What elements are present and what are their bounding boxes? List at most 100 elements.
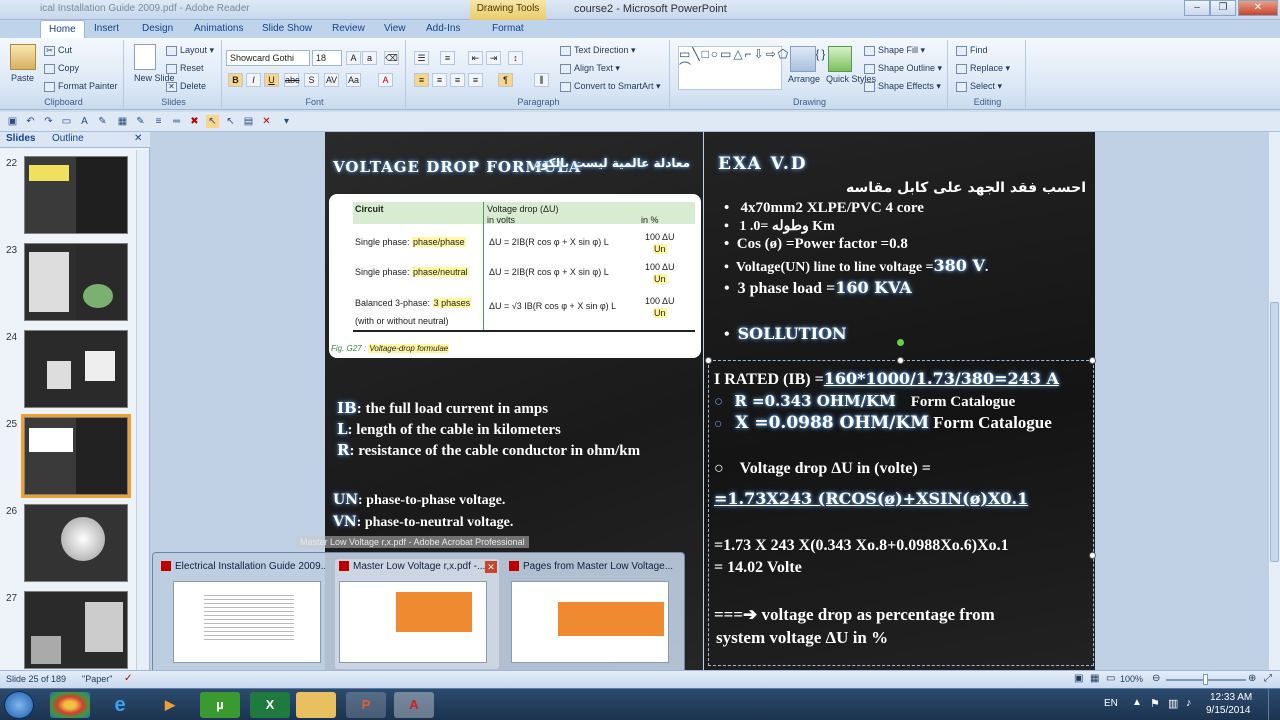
numbering-icon[interactable]: ≡ [440, 51, 455, 65]
font-size-select[interactable]: 18 [312, 50, 342, 66]
tab-animations[interactable]: Animations [186, 20, 251, 38]
tab-view[interactable]: View [376, 20, 414, 38]
increase-indent-icon[interactable]: ⇥ [486, 51, 501, 65]
maximize-button[interactable]: ❐ [1210, 0, 1236, 16]
find-button[interactable]: Find [956, 45, 988, 56]
font-color-icon[interactable]: A [378, 73, 393, 87]
shadow-icon[interactable]: S [304, 73, 319, 87]
decrease-indent-icon[interactable]: ⇤ [468, 51, 483, 65]
redo-icon[interactable]: ↷ [42, 115, 55, 128]
paste-icon[interactable] [10, 44, 36, 70]
explorer-folder-icon[interactable] [296, 692, 336, 718]
tab-format[interactable]: Format [484, 20, 532, 38]
select-arrow-icon[interactable]: ↖ [206, 115, 219, 128]
tab-slides[interactable]: Slides [6, 133, 35, 144]
shape-icon[interactable]: ▭ [60, 115, 73, 128]
text-direction-button[interactable]: Text Direction ▾ [560, 45, 636, 56]
copy-button[interactable]: Copy [44, 63, 79, 74]
sorter-view-icon[interactable]: ▦ [1090, 673, 1099, 684]
resize-handle[interactable] [705, 357, 712, 364]
line-spacing-icon[interactable]: ↕ [508, 51, 523, 65]
main-scrollbar[interactable] [1268, 132, 1280, 670]
preview-item-active[interactable]: Master Low Voltage r,x.pdf -... ✕ [335, 559, 499, 669]
arrange-icon[interactable] [790, 46, 816, 72]
select-button[interactable]: Select ▾ [956, 81, 1002, 92]
slide-thumbnail-25[interactable] [21, 414, 131, 498]
rotate-handle[interactable] [897, 339, 904, 346]
change-case-icon[interactable]: Aa [346, 73, 361, 87]
tray-flag-icon[interactable]: ⚑ [1150, 697, 1160, 710]
network-icon[interactable]: ▥ [1168, 697, 1178, 710]
align-center-icon[interactable]: ≡ [432, 73, 447, 87]
powerpoint-icon[interactable]: P [346, 692, 386, 718]
grid-icon[interactable]: ▤ [242, 115, 255, 128]
convert-smartart-button[interactable]: Convert to SmartArt ▾ [560, 81, 661, 92]
internet-explorer-icon[interactable]: e [100, 692, 140, 718]
tab-outline[interactable]: Outline [52, 133, 84, 144]
bold-icon[interactable]: B [228, 73, 243, 87]
delete-slide-button[interactable]: ✕ Delete [166, 81, 206, 92]
volume-icon[interactable]: ♪ [1186, 697, 1192, 709]
undo-icon[interactable]: ↶ [24, 115, 37, 128]
scroll-thumb[interactable] [1270, 302, 1279, 562]
tab-design[interactable]: Design [134, 20, 181, 38]
pen-icon[interactable]: ✎ [96, 115, 109, 128]
font-color-qat-icon[interactable]: A [78, 115, 91, 128]
spellcheck-icon[interactable]: ✓ [124, 673, 132, 684]
clock-time[interactable]: 12:33 AM [1210, 692, 1252, 703]
resize-handle[interactable] [1089, 552, 1096, 559]
slide-thumbnail-24[interactable] [24, 330, 128, 408]
table-icon[interactable]: ▦ [116, 115, 129, 128]
pointer-icon[interactable]: ↖ [224, 115, 237, 128]
save-icon[interactable]: ▣ [6, 115, 19, 128]
shape-effects-button[interactable]: Shape Effects ▾ [864, 81, 941, 92]
bullets-icon[interactable]: ☰ [414, 51, 429, 65]
preview-close-icon[interactable]: ✕ [485, 561, 497, 573]
tab-insert[interactable]: Insert [86, 20, 127, 38]
slide-thumbnail-22[interactable] [24, 156, 128, 234]
panel-scrollbar[interactable] [136, 150, 149, 670]
tab-review[interactable]: Review [324, 20, 373, 38]
preview-item[interactable]: Electrical Installation Guide 2009... [161, 559, 325, 669]
media-player-icon[interactable]: ▶ [150, 692, 190, 718]
columns-icon[interactable]: ⫼ [534, 73, 549, 87]
italic-icon[interactable]: I [246, 73, 261, 87]
normal-view-icon[interactable]: ▣ [1074, 673, 1083, 684]
line-style-icon[interactable]: ═ [170, 115, 183, 128]
paste-button[interactable]: Paste [11, 73, 34, 83]
excel-icon[interactable]: X [250, 692, 290, 718]
close-file-icon[interactable]: ✕ [260, 115, 273, 128]
lines-icon[interactable]: ≡ [152, 115, 165, 128]
shape-outline-button[interactable]: Shape Outline ▾ [864, 63, 942, 74]
slideshow-view-icon[interactable]: ▭ [1106, 673, 1115, 684]
close-button[interactable]: ✕ [1238, 0, 1278, 16]
grow-font-icon[interactable]: A [346, 51, 361, 65]
shrink-font-icon[interactable]: a [362, 51, 377, 65]
utorrent-icon[interactable]: µ [200, 692, 240, 718]
language-indicator[interactable]: EN [1104, 698, 1118, 709]
new-slide-icon[interactable] [134, 44, 156, 70]
preview-item[interactable]: Pages from Master Low Voltage... [509, 559, 673, 669]
slide-thumbnail-23[interactable] [24, 243, 128, 321]
zoom-out-icon[interactable]: ⊖ [1152, 673, 1160, 684]
slide-thumbnail-26[interactable] [24, 504, 128, 582]
start-button-icon[interactable] [4, 691, 34, 719]
underline-icon[interactable]: U [264, 73, 279, 87]
chrome-icon[interactable] [50, 692, 90, 718]
show-desktop-button[interactable] [1268, 689, 1280, 720]
minimize-button[interactable]: – [1184, 0, 1210, 16]
align-right-icon[interactable]: ≡ [450, 73, 465, 87]
replace-button[interactable]: Replace ▾ [956, 63, 1010, 74]
tab-home[interactable]: Home [40, 20, 85, 38]
clock-date[interactable]: 9/15/2014 [1206, 705, 1251, 716]
slide-thumbnail-27[interactable] [24, 591, 128, 669]
fit-window-icon[interactable]: ⤢ [1264, 673, 1272, 684]
align-left-icon[interactable]: ≡ [414, 73, 429, 87]
zoom-slider-thumb[interactable] [1203, 674, 1208, 685]
layout-button[interactable]: Layout ▾ [166, 45, 214, 56]
reset-button[interactable]: Reset [166, 63, 204, 74]
zoom-in-icon[interactable]: ⊕ [1248, 673, 1256, 684]
strikethrough-icon[interactable]: abc [284, 73, 300, 87]
format-painter-button[interactable]: Format Painter [44, 81, 118, 92]
shape-fill-button[interactable]: Shape Fill ▾ [864, 45, 925, 56]
